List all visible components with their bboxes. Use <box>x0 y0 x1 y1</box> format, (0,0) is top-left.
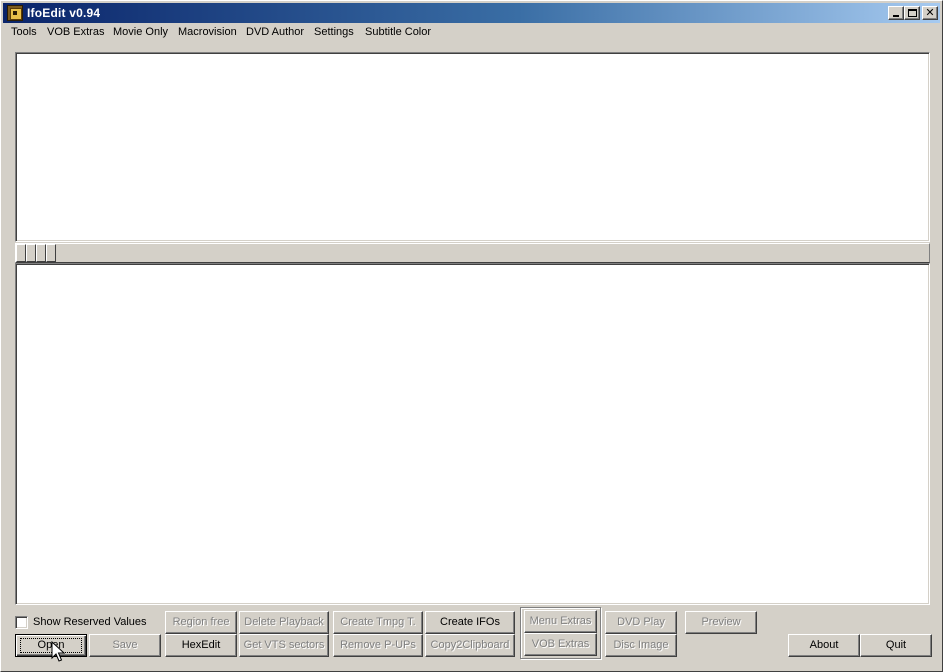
create-tmpg-button[interactable]: Create Tmpg T. <box>333 611 423 634</box>
region-free-button[interactable]: Region free <box>165 611 237 634</box>
quit-button[interactable]: Quit <box>860 634 932 657</box>
vob-extras-button[interactable]: VOB Extras <box>524 633 597 656</box>
save-button[interactable]: Save <box>89 634 161 657</box>
column-header-2[interactable] <box>26 244 36 262</box>
column-header-1[interactable] <box>16 244 26 262</box>
menu-subtitle-color[interactable]: Subtitle Color <box>365 26 431 38</box>
menu-movie-only[interactable]: Movie Only <box>113 26 168 38</box>
hexedit-button[interactable]: HexEdit <box>165 634 237 657</box>
column-header-4[interactable] <box>46 244 56 262</box>
ifo-detail-list[interactable] <box>15 263 930 605</box>
ifo-structure-tree[interactable] <box>15 52 930 242</box>
close-icon: ✕ <box>925 6 935 19</box>
create-ifos-button[interactable]: Create IFOs <box>425 611 515 634</box>
menu-vob-extras[interactable]: VOB Extras <box>47 26 104 38</box>
preview-button[interactable]: Preview <box>685 611 757 634</box>
menu-tools[interactable]: Tools <box>11 26 37 38</box>
remove-pups-button[interactable]: Remove P-UPs <box>333 634 423 657</box>
window-title: IfoEdit v0.94 <box>27 6 101 20</box>
dvd-play-button[interactable]: DVD Play <box>605 611 677 634</box>
menu-bar: Tools VOB Extras Movie Only Macrovision … <box>3 24 940 42</box>
show-reserved-checkbox[interactable] <box>15 616 28 629</box>
close-button[interactable]: ✕ <box>922 6 938 20</box>
ifoedit-window: IfoEdit v0.94 ✕ Tools VOB Extras Movie O… <box>0 0 943 672</box>
maximize-icon <box>908 9 917 17</box>
detail-list-header <box>15 243 930 263</box>
column-header-3[interactable] <box>36 244 46 262</box>
copy2clipboard-button[interactable]: Copy2Clipboard <box>425 634 515 657</box>
menu-extras-button[interactable]: Menu Extras <box>524 610 597 633</box>
disc-image-button[interactable]: Disc Image <box>605 634 677 657</box>
get-vts-sectors-button[interactable]: Get VTS sectors <box>239 634 329 657</box>
minimize-icon <box>893 15 899 17</box>
ifoedit-app-icon[interactable] <box>7 5 23 21</box>
delete-playback-button[interactable]: Delete Playback <box>239 611 329 634</box>
show-reserved-label: Show Reserved Values <box>33 616 147 628</box>
minimize-button[interactable] <box>888 6 904 20</box>
menu-dvd-author[interactable]: DVD Author <box>246 26 304 38</box>
menu-macrovision[interactable]: Macrovision <box>178 26 237 38</box>
menu-settings[interactable]: Settings <box>314 26 354 38</box>
about-button[interactable]: About <box>788 634 860 657</box>
title-bar[interactable]: IfoEdit v0.94 ✕ <box>3 3 940 23</box>
maximize-button[interactable] <box>904 6 920 20</box>
arrow-cursor-icon <box>51 641 65 662</box>
